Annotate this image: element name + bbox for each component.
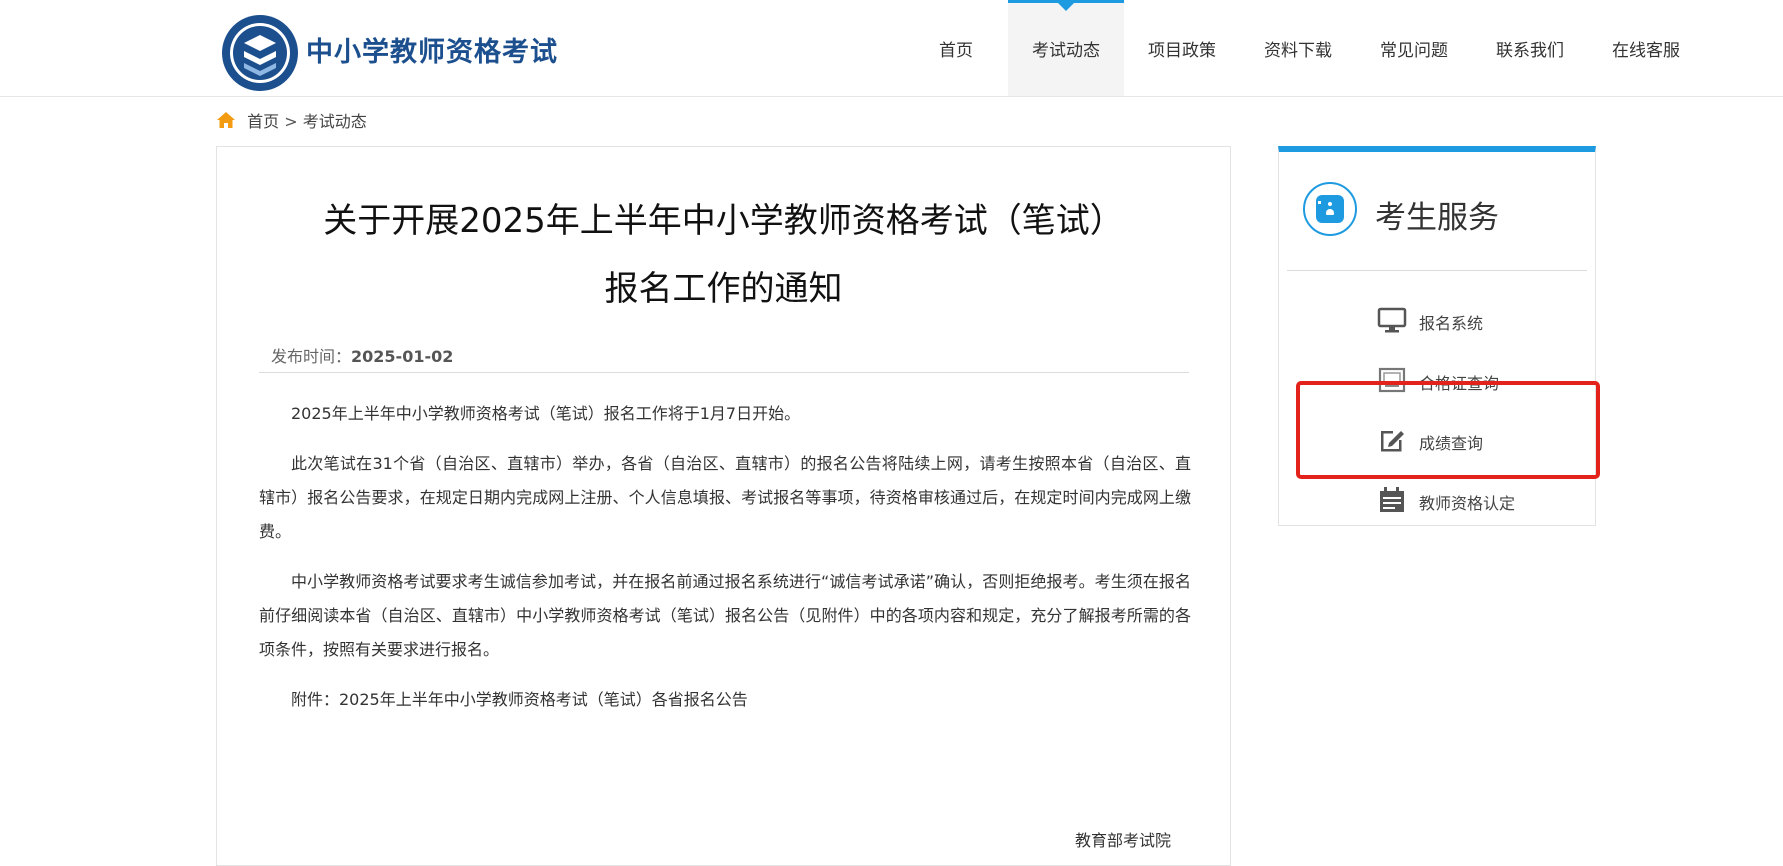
home-icon <box>217 112 235 128</box>
breadcrumb: 首页 > 考试动态 <box>216 108 367 132</box>
nav-active-pointer-icon <box>1058 3 1074 11</box>
nav-downloads[interactable]: 资料下载 <box>1240 0 1356 96</box>
sidebar-item-label: 教师资格认定 <box>1419 494 1516 513</box>
sidebar-item-score-query[interactable]: 成绩查询 <box>1377 424 1547 456</box>
article-meta: 发布时间：2025-01-02 <box>259 343 1189 373</box>
nav-exam-news[interactable]: 考试动态 <box>1008 0 1124 96</box>
article-title: 关于开展2025年上半年中小学教师资格考试（笔试） 报名工作的通知 <box>217 187 1230 323</box>
service-contact-icon <box>1303 182 1357 236</box>
article-paragraph: 2025年上半年中小学教师资格考试（笔试）报名工作将于1月7日开始。 <box>291 404 801 423</box>
nav-policy[interactable]: 项目政策 <box>1124 0 1240 96</box>
certificate-icon <box>1378 367 1406 393</box>
sidebar-item-certificate-query[interactable]: 合格证查询 <box>1377 364 1547 396</box>
sidebar-item-label: 成绩查询 <box>1419 434 1484 453</box>
site-header: 中小学教师资格考试 首页 考试动态 项目政策 资料下载 常见问题 联系我们 在线… <box>0 0 1783 97</box>
publish-date-label: 发布时间： <box>271 347 352 366</box>
article-title-line2: 报名工作的通知 <box>604 269 843 309</box>
sidebar-title: 考生服务 <box>1375 200 1499 236</box>
sidebar-item-registration[interactable]: 报名系统 <box>1377 304 1547 336</box>
article-body: 2025年上半年中小学教师资格考试（笔试）报名工作将于1月7日开始。 此次笔试在… <box>259 397 1191 733</box>
article-paragraph: 中小学教师资格考试要求考生诚信参加考试，并在报名前通过报名系统进行“诚信考试承诺… <box>259 572 1191 659</box>
nav-exam-news-label: 考试动态 <box>1032 41 1100 61</box>
nav-online-service[interactable]: 在线客服 <box>1588 0 1704 96</box>
sidebar-item-teacher-qualification[interactable]: 教师资格认定 <box>1377 484 1547 516</box>
monitor-icon <box>1377 307 1407 333</box>
attachment-link[interactable]: 附件：2025年上半年中小学教师资格考试（笔试）各省报名公告 <box>259 683 1191 717</box>
publish-date: 2025-01-02 <box>351 347 454 366</box>
sidebar-divider <box>1287 270 1587 271</box>
site-title[interactable]: 中小学教师资格考试 <box>306 30 558 69</box>
sidebar-item-label: 报名系统 <box>1419 314 1484 333</box>
sidebar-item-label: 合格证查询 <box>1419 374 1500 393</box>
calendar-icon <box>1380 487 1404 512</box>
nav-home[interactable]: 首页 <box>904 0 1008 96</box>
nav-contact[interactable]: 联系我们 <box>1472 0 1588 96</box>
edit-icon <box>1381 431 1404 452</box>
nav-faq[interactable]: 常见问题 <box>1356 0 1472 96</box>
article-paragraph: 此次笔试在31个省（自治区、直辖市）举办，各省（自治区、直辖市）的报名公告将陆续… <box>259 454 1191 541</box>
article-title-line1: 关于开展2025年上半年中小学教师资格考试（笔试） <box>323 201 1124 241</box>
site-logo-icon[interactable] <box>220 13 300 93</box>
breadcrumb-current-link[interactable]: 考试动态 <box>303 112 367 131</box>
candidate-service-panel: 考生服务 报名系统 合格证查询 成绩查询 教师资格认定 <box>1278 146 1596 526</box>
article-signature: 教育部考试院 <box>1075 831 1172 850</box>
breadcrumb-separator: > <box>284 112 298 131</box>
breadcrumb-home-link[interactable]: 首页 <box>247 112 279 131</box>
article-panel: 关于开展2025年上半年中小学教师资格考试（笔试） 报名工作的通知 发布时间：2… <box>216 146 1231 866</box>
